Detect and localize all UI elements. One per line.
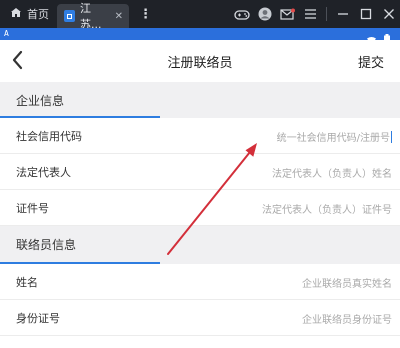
close-tab-icon[interactable]: ✕ <box>115 11 123 22</box>
id-number-input[interactable]: 法定代表人（负责人）证件号 <box>262 201 392 216</box>
app-header: 注册联络员 提交 <box>0 40 400 82</box>
field-id-card[interactable]: 身份证号 企业联络员身份证号 <box>0 300 400 336</box>
field-id-number[interactable]: 证件号 法定代表人（负责人）证件号 <box>0 190 400 226</box>
close-window-icon[interactable] <box>377 0 400 28</box>
field-label: 姓名 <box>16 276 38 289</box>
page-title: 注册联络员 <box>167 56 233 71</box>
section-contact-info: 联络员信息 <box>0 226 400 264</box>
field-credit-code[interactable]: 社会信用代码 统一社会信用代码/注册号 <box>0 118 400 154</box>
status-indicator: A <box>4 29 9 38</box>
section-title-company: 企业信息 <box>16 94 65 108</box>
toolbar-separator <box>326 7 327 21</box>
tab-home-label: 首页 <box>27 8 49 21</box>
text-cursor <box>391 131 392 143</box>
field-name[interactable]: 姓名 企业联络员真实姓名 <box>0 264 400 300</box>
field-legal-representative[interactable]: 法定代表人 法定代表人（负责人）姓名 <box>0 154 400 190</box>
credit-code-input[interactable]: 统一社会信用代码/注册号 <box>277 129 392 144</box>
legal-rep-input[interactable]: 法定代表人（负责人）姓名 <box>272 165 392 180</box>
maximize-icon[interactable] <box>354 0 377 28</box>
submit-button[interactable]: 提交 <box>358 52 384 71</box>
home-icon <box>10 7 22 21</box>
more-icon[interactable]: ⋮ <box>139 7 152 22</box>
emulator-window-controls <box>230 0 400 28</box>
field-label: 身份证号 <box>16 312 60 325</box>
minimize-icon[interactable] <box>331 0 354 28</box>
android-status-bar: A <box>0 28 400 45</box>
section-title-contact: 联络员信息 <box>16 238 77 252</box>
mail-icon[interactable] <box>276 0 299 28</box>
menu-icon[interactable] <box>299 0 322 28</box>
id-card-input[interactable]: 企业联络员身份证号 <box>302 311 392 326</box>
tab-home[interactable]: 首页 <box>0 0 57 28</box>
gamepad-icon[interactable] <box>230 0 253 28</box>
field-label: 社会信用代码 <box>16 130 82 143</box>
emulator-tab-bar: 首页 江苏... ✕ ⋮ <box>0 0 400 31</box>
tab-app[interactable]: 江苏... ✕ <box>57 2 129 31</box>
app-icon <box>64 10 75 22</box>
field-label: 证件号 <box>16 202 49 215</box>
screen: 首页 江苏... ✕ ⋮ A 注册联络员 提交 企业信息 社会信用代码 统一社会… <box>0 0 400 348</box>
name-input[interactable]: 企业联络员真实姓名 <box>302 275 392 290</box>
avatar-icon[interactable] <box>253 0 276 28</box>
field-placeholder: 统一社会信用代码/注册号 <box>276 133 390 144</box>
section-company-info: 企业信息 <box>0 82 400 118</box>
field-label: 法定代表人 <box>16 166 71 179</box>
